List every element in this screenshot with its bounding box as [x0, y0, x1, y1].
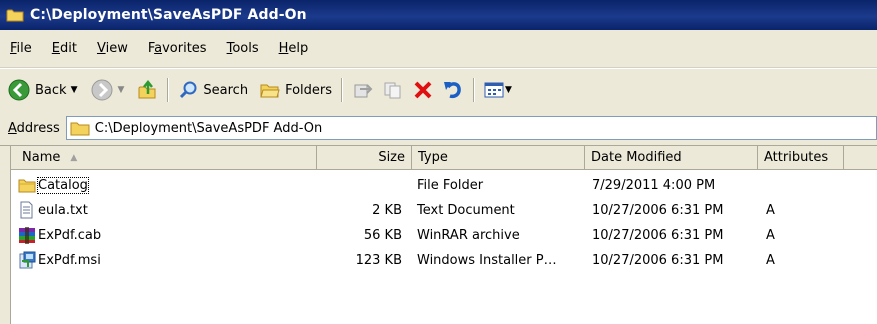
forward-button[interactable]: ▼: [87, 76, 128, 104]
file-date: 10/27/2006 6:31 PM: [592, 227, 724, 243]
file-size: 2 KB: [372, 202, 402, 218]
file-date: 10/27/2006 6:31 PM: [592, 202, 724, 218]
delete-button[interactable]: [408, 76, 438, 104]
copy-to-button[interactable]: [378, 76, 408, 104]
column-header-size[interactable]: Size: [317, 146, 412, 169]
file-type: Text Document: [417, 202, 515, 218]
file-type: File Folder: [417, 177, 484, 193]
views-dropdown-icon[interactable]: ▼: [505, 85, 512, 95]
forward-arrow-icon: [91, 79, 113, 101]
file-type: Windows Installer P…: [417, 252, 557, 268]
address-input[interactable]: C:\Deployment\SaveAsPDF Add-On: [65, 116, 877, 140]
file-attributes: A: [766, 202, 775, 218]
back-button[interactable]: Back ▼: [4, 76, 81, 104]
column-header-filler: [844, 146, 877, 169]
column-header-name[interactable]: Name ▲: [0, 146, 317, 169]
list-item[interactable]: ExPdf.msi 123 KB Windows Installer P… 10…: [0, 248, 877, 272]
toolbar: Back ▼ ▼ Search Folders ▼: [0, 68, 877, 112]
move-to-icon: [354, 84, 373, 98]
file-size: 56 KB: [363, 227, 402, 243]
copy-to-icon: [384, 82, 401, 99]
file-attributes: A: [766, 227, 775, 243]
file-name: ExPdf.msi: [38, 252, 101, 268]
list-item[interactable]: ExPdf.cab 56 KB WinRAR archive 10/27/200…: [0, 223, 877, 247]
list-item[interactable]: Catalog File Folder 7/29/2011 4:00 PM: [0, 173, 877, 197]
back-arrow-icon: [8, 79, 30, 101]
file-attributes: A: [766, 252, 775, 268]
column-headers: Name ▲ Size Type Date Modified Attribute…: [0, 146, 877, 170]
column-header-type[interactable]: Type: [412, 146, 585, 169]
left-pane-edge: [0, 146, 11, 324]
up-folder-button[interactable]: [132, 76, 162, 104]
folder-icon: [70, 122, 90, 136]
undo-button[interactable]: [438, 76, 468, 104]
column-header-date-modified[interactable]: Date Modified: [585, 146, 758, 169]
file-list[interactable]: Catalog File Folder 7/29/2011 4:00 PM eu…: [0, 170, 877, 324]
address-label: Address: [8, 120, 60, 136]
winrar-archive-icon: [18, 226, 36, 244]
search-button[interactable]: Search: [174, 76, 252, 104]
folders-icon: [260, 84, 280, 98]
menu-tools[interactable]: Tools: [217, 41, 269, 56]
menu-help[interactable]: Help: [269, 41, 319, 56]
msi-installer-icon: [18, 251, 36, 269]
undo-icon: [444, 82, 461, 99]
menu-bar: File Edit View Favorites Tools Help: [0, 30, 877, 68]
folder-icon: [18, 176, 36, 194]
forward-dropdown-icon[interactable]: ▼: [117, 85, 124, 95]
file-date: 10/27/2006 6:31 PM: [592, 252, 724, 268]
folders-button[interactable]: Folders: [256, 76, 336, 104]
views-button[interactable]: ▼: [480, 76, 516, 104]
menu-view[interactable]: View: [87, 41, 138, 56]
move-to-button[interactable]: [348, 76, 378, 104]
back-dropdown-icon[interactable]: ▼: [71, 85, 78, 95]
folders-label: Folders: [285, 82, 333, 98]
toolbar-separator: [341, 78, 344, 102]
sort-ascending-icon: ▲: [70, 152, 78, 163]
file-name: eula.txt: [38, 202, 88, 218]
file-type: WinRAR archive: [417, 227, 520, 243]
window-title: C:\Deployment\SaveAsPDF Add-On: [30, 7, 307, 23]
up-folder-icon: [138, 79, 156, 99]
menu-favorites[interactable]: Favorites: [138, 41, 217, 56]
address-value: C:\Deployment\SaveAsPDF Add-On: [94, 120, 323, 136]
back-label: Back: [35, 82, 67, 98]
text-file-icon: [18, 201, 36, 219]
toolbar-separator: [473, 78, 476, 102]
menu-edit[interactable]: Edit: [42, 41, 87, 56]
delete-icon: [414, 81, 432, 99]
file-name: ExPdf.cab: [38, 227, 102, 243]
column-header-attributes[interactable]: Attributes: [758, 146, 844, 169]
folder-icon: [6, 9, 24, 22]
search-label: Search: [203, 82, 249, 98]
list-item[interactable]: eula.txt 2 KB Text Document 10/27/2006 6…: [0, 198, 877, 222]
search-icon: [180, 81, 197, 99]
file-size: 123 KB: [355, 252, 402, 268]
title-bar[interactable]: C:\Deployment\SaveAsPDF Add-On: [0, 0, 877, 30]
file-date: 7/29/2011 4:00 PM: [592, 177, 716, 193]
address-bar: Address C:\Deployment\SaveAsPDF Add-On: [0, 111, 877, 146]
file-name: Catalog: [37, 176, 89, 194]
views-icon: [484, 82, 504, 98]
toolbar-separator: [167, 78, 170, 102]
menu-file[interactable]: File: [0, 41, 42, 56]
